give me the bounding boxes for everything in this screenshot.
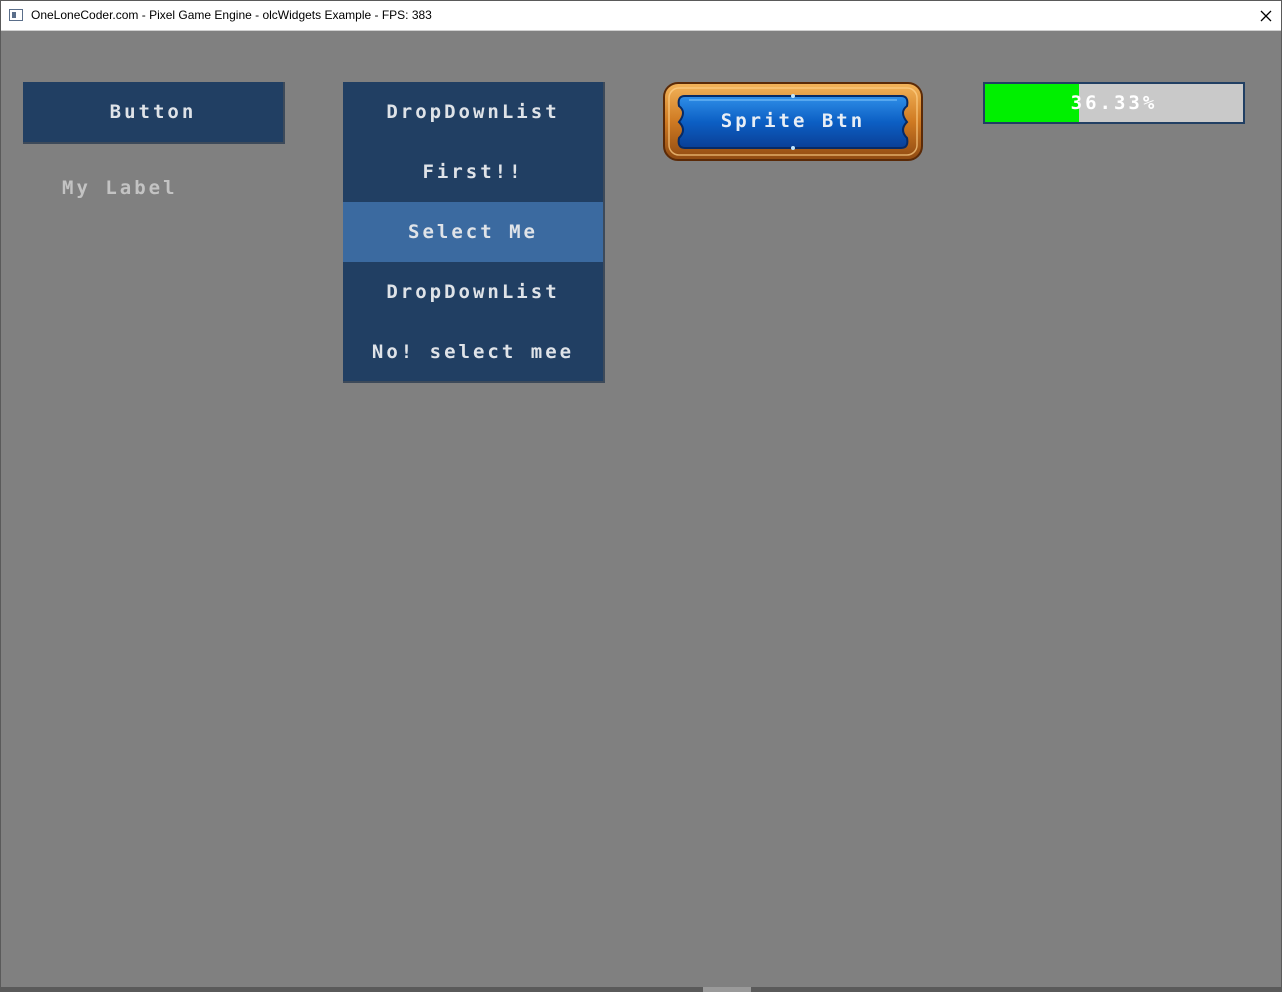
button-widget[interactable]: Button [23,82,285,144]
dropdown-item[interactable]: DropDownList [343,82,603,142]
bottom-scroll-thumb[interactable] [703,987,751,992]
game-canvas[interactable]: Button My Label DropDownList First!! Sel… [2,31,1281,987]
dropdown-item-selected[interactable]: Select Me [343,202,603,262]
app-window-icon [9,9,23,21]
sprite-button[interactable]: Sprite Btn [663,82,923,162]
progress-percentage: 36.33% [1070,92,1158,114]
application-window: OneLoneCoder.com - Pixel Game Engine - o… [0,0,1282,992]
window-title: OneLoneCoder.com - Pixel Game Engine - o… [31,8,432,22]
dropdown-item[interactable]: First!! [343,142,603,202]
dropdown-item[interactable]: No! select mee [343,322,603,382]
title-bar[interactable]: OneLoneCoder.com - Pixel Game Engine - o… [1,1,1281,31]
close-icon [1260,10,1272,21]
close-button[interactable] [1251,1,1281,30]
progress-bar: 36.33% [983,82,1245,124]
sprite-button-label: Sprite Btn [720,110,866,132]
bottom-edge [1,987,1281,992]
dropdown-list[interactable]: DropDownList First!! Select Me DropDownL… [343,82,605,383]
my-label: My Label [62,177,178,199]
dropdown-item[interactable]: DropDownList [343,262,603,322]
